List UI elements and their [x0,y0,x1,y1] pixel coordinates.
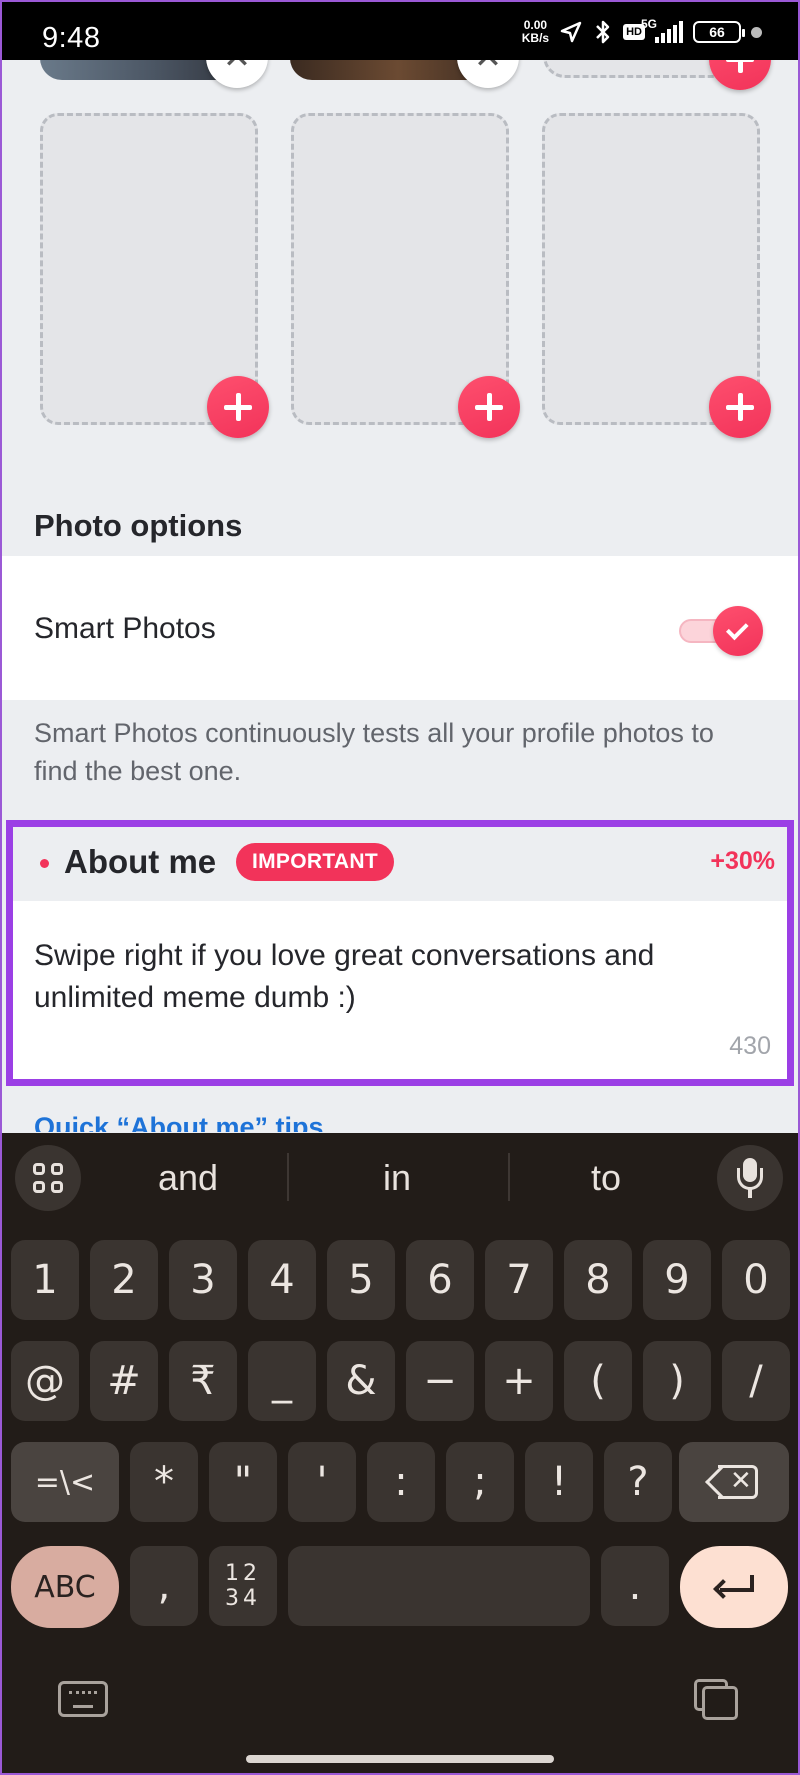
profile-boost-percent: +30% [710,847,775,875]
notification-dot [751,26,762,38]
space-key[interactable] [288,1546,590,1626]
photo-options-title: Photo options [34,508,243,543]
status-time: 9:48 [42,22,101,54]
digit-key[interactable]: 8 [564,1240,632,1320]
digit-key[interactable]: 4 [248,1240,316,1320]
add-photo-button[interactable] [207,376,269,438]
smart-photos-toggle[interactable] [679,606,763,656]
about-me-text[interactable]: Swipe right if you love great conversati… [34,935,774,1019]
symbol-key[interactable]: ₹ [169,1341,237,1421]
symbol-key[interactable]: − [406,1341,474,1421]
backspace-icon: ✕ [705,1465,758,1499]
digit-key[interactable]: 2 [90,1240,158,1320]
keyboard-apps-button[interactable] [15,1145,81,1211]
voice-input-button[interactable] [717,1145,783,1211]
signal-icon: 5G [641,17,683,43]
smart-photos-row[interactable]: Smart Photos [0,556,800,700]
battery-icon: 66 [693,21,745,43]
important-badge: IMPORTANT [236,843,394,881]
enter-key[interactable] [680,1546,788,1628]
bluetooth-icon [596,20,610,44]
about-me-header: About me IMPORTANT +30% [13,827,787,901]
digit-key[interactable]: 6 [406,1240,474,1320]
comma-key[interactable]: , [130,1546,198,1626]
battery-level: 66 [709,24,725,40]
digit-key[interactable]: 7 [485,1240,553,1320]
about-me-tips-link[interactable]: Quick “About me” tips [34,1112,324,1132]
digit-key[interactable]: 0 [722,1240,790,1320]
symbol-key[interactable]: & [327,1341,395,1421]
suggestion-3[interactable]: to [526,1157,686,1199]
punctuation-key[interactable]: * [130,1442,198,1522]
symbol-key[interactable]: ( [564,1341,632,1421]
punctuation-key[interactable]: " [209,1442,277,1522]
keyboard: and in to 1234567890 @ # ₹ _ & − +() / =\< * " ':… [0,1133,800,1775]
char-count: 430 [729,1032,771,1060]
about-me-section: About me IMPORTANT +30% Swipe right if y… [6,820,794,1086]
symbol-key[interactable]: + [485,1341,553,1421]
keyboard-nav-bar [0,1665,800,1725]
period-key[interactable]: . [601,1546,669,1626]
suggestion-bar: and in to [0,1133,800,1225]
empty-photo-slot-5[interactable] [291,113,520,438]
check-icon [713,606,763,656]
add-photo-button[interactable] [709,376,771,438]
apps-grid-icon [33,1163,63,1193]
home-indicator[interactable] [246,1755,554,1763]
numpad-key[interactable]: 12 34 [209,1546,277,1626]
digit-key[interactable]: 1 [11,1240,79,1320]
punctuation-key[interactable]: ? [604,1442,672,1522]
add-photo-button[interactable] [458,376,520,438]
location-arrow-icon [560,21,582,43]
symbol-key[interactable]: _ [248,1341,316,1421]
keyboard-switch-icon[interactable] [58,1681,108,1717]
digit-key[interactable]: 5 [327,1240,395,1320]
net-speed-unit: KB/s [521,31,550,45]
smart-photos-description: Smart Photos continuously tests all your… [34,718,714,786]
suggestion-2[interactable]: in [317,1157,477,1199]
about-me-textarea[interactable]: Swipe right if you love great conversati… [13,901,787,1079]
suggestion-1[interactable]: and [108,1157,268,1199]
about-me-title: About me [64,843,217,880]
symbol-key[interactable]: @ [11,1341,79,1421]
punctuation-key[interactable]: : [367,1442,435,1522]
microphone-icon [737,1158,763,1198]
backspace-key[interactable]: ✕ [679,1442,789,1522]
more-symbols-key[interactable]: =\< [11,1442,119,1522]
suggestion-divider [508,1153,510,1201]
signal-label: 5G [641,17,658,31]
numpad-key-top: 12 [225,1561,261,1586]
punctuation-key[interactable]: ' [288,1442,356,1522]
required-dot-icon [40,859,49,868]
suggestion-divider [287,1153,289,1201]
status-icons: 0.00 KB/s HD 5G 66 [522,17,762,46]
abc-key[interactable]: ABC [11,1546,119,1628]
digit-key[interactable]: 9 [643,1240,711,1320]
smart-photos-label: Smart Photos [34,612,216,645]
symbol-key[interactable]: # [90,1341,158,1421]
symbol-key[interactable]: ) [643,1341,711,1421]
empty-photo-slot-6[interactable] [542,113,771,438]
digit-key[interactable]: 3 [169,1240,237,1320]
empty-photo-slot-4[interactable] [40,113,269,438]
status-bar: 9:48 0.00 KB/s HD 5G 66 [0,0,800,60]
punctuation-key[interactable]: ; [446,1442,514,1522]
symbol-key[interactable]: / [722,1341,790,1421]
punctuation-key[interactable]: ! [525,1442,593,1522]
enter-icon [713,1575,754,1599]
clipboard-icon[interactable] [694,1679,738,1720]
net-speed: 0.00 KB/s [522,19,549,45]
numpad-key-bottom: 34 [225,1586,261,1611]
